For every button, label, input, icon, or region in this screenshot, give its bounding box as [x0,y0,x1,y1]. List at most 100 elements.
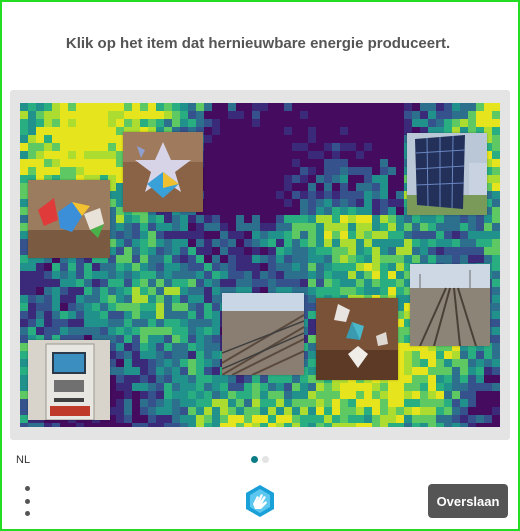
noise-cell [492,127,500,135]
noise-cell [252,119,260,127]
noise-cell [276,151,284,159]
noise-cell [228,279,236,287]
noise-cell [204,119,212,127]
noise-cell [308,359,316,367]
image-railway-tracks[interactable] [222,293,304,375]
noise-cell [244,247,252,255]
noise-cell [260,239,268,247]
noise-cell [28,159,36,167]
noise-cell [172,295,180,303]
noise-cell [252,255,260,263]
noise-cell [364,391,372,399]
noise-cell [172,415,180,423]
noise-cell [332,111,340,119]
image-origami-stars-2[interactable] [316,298,398,380]
noise-cell [92,119,100,127]
noise-cell [468,383,476,391]
noise-cell [52,143,60,151]
noise-cell [228,407,236,415]
noise-cell [148,375,156,383]
noise-cell [188,399,196,407]
noise-cell [140,415,148,423]
noise-cell [204,343,212,351]
noise-cell [236,415,244,423]
noise-cell [212,199,220,207]
noise-cell [52,271,60,279]
hand-logo-icon[interactable] [243,484,277,518]
noise-cell [84,111,92,119]
noise-cell [372,391,380,399]
noise-cell [396,287,404,295]
noise-cell [292,127,300,135]
noise-cell [228,231,236,239]
noise-cell [356,263,364,271]
noise-cell [268,239,276,247]
noise-cell [28,287,36,295]
noise-cell [380,191,388,199]
noise-cell [308,207,316,215]
noise-cell [148,111,156,119]
noise-cell [132,335,140,343]
noise-cell [380,151,388,159]
noise-cell [372,207,380,215]
language-selector[interactable]: NL [16,454,30,466]
noise-cell [444,255,452,263]
noise-cell [116,423,124,427]
noise-cell [460,415,468,423]
noise-cell [268,415,276,423]
noise-cell [244,375,252,383]
noise-cell [380,423,388,427]
noise-cell [20,183,28,191]
noise-cell [372,279,380,287]
noise-cell [204,103,212,111]
noise-cell [172,375,180,383]
noise-cell [380,231,388,239]
image-solar-panel[interactable] [407,133,487,215]
noise-cell [196,287,204,295]
noise-cell [356,391,364,399]
noise-cell [300,407,308,415]
noise-cell [156,399,164,407]
skip-button[interactable]: Overslaan [428,484,508,518]
noise-cell [124,271,132,279]
noise-cell [204,271,212,279]
noise-cell [220,207,228,215]
noise-cell [196,335,204,343]
noise-cell [148,319,156,327]
noise-cell [84,423,92,427]
image-origami-toys[interactable] [28,180,110,258]
noise-cell [204,247,212,255]
more-vertical-icon[interactable] [20,486,34,516]
noise-cell [212,375,220,383]
noise-cell [84,311,92,319]
noise-cell [452,247,460,255]
noise-cell [412,223,420,231]
noise-cell [316,175,324,183]
noise-cell [220,215,228,223]
image-railway-tracks-2[interactable] [410,264,490,346]
noise-cell [28,271,36,279]
noise-cell [124,367,132,375]
noise-cell [388,391,396,399]
noise-cell [180,375,188,383]
noise-cell [188,367,196,375]
noise-cell [428,399,436,407]
noise-cell [276,135,284,143]
noise-cell [332,263,340,271]
noise-cell [380,119,388,127]
noise-cell [332,239,340,247]
image-atm-machine[interactable] [28,340,110,420]
noise-cell [300,119,308,127]
noise-cell [332,399,340,407]
noise-cell [124,255,132,263]
noise-cell [68,287,76,295]
noise-cell [476,223,484,231]
noise-cell [44,287,52,295]
noise-cell [404,391,412,399]
noise-cell [228,383,236,391]
noise-cell [44,143,52,151]
noise-cell [252,223,260,231]
image-origami-star[interactable] [123,132,203,212]
noise-cell [148,359,156,367]
noise-cell [388,175,396,183]
